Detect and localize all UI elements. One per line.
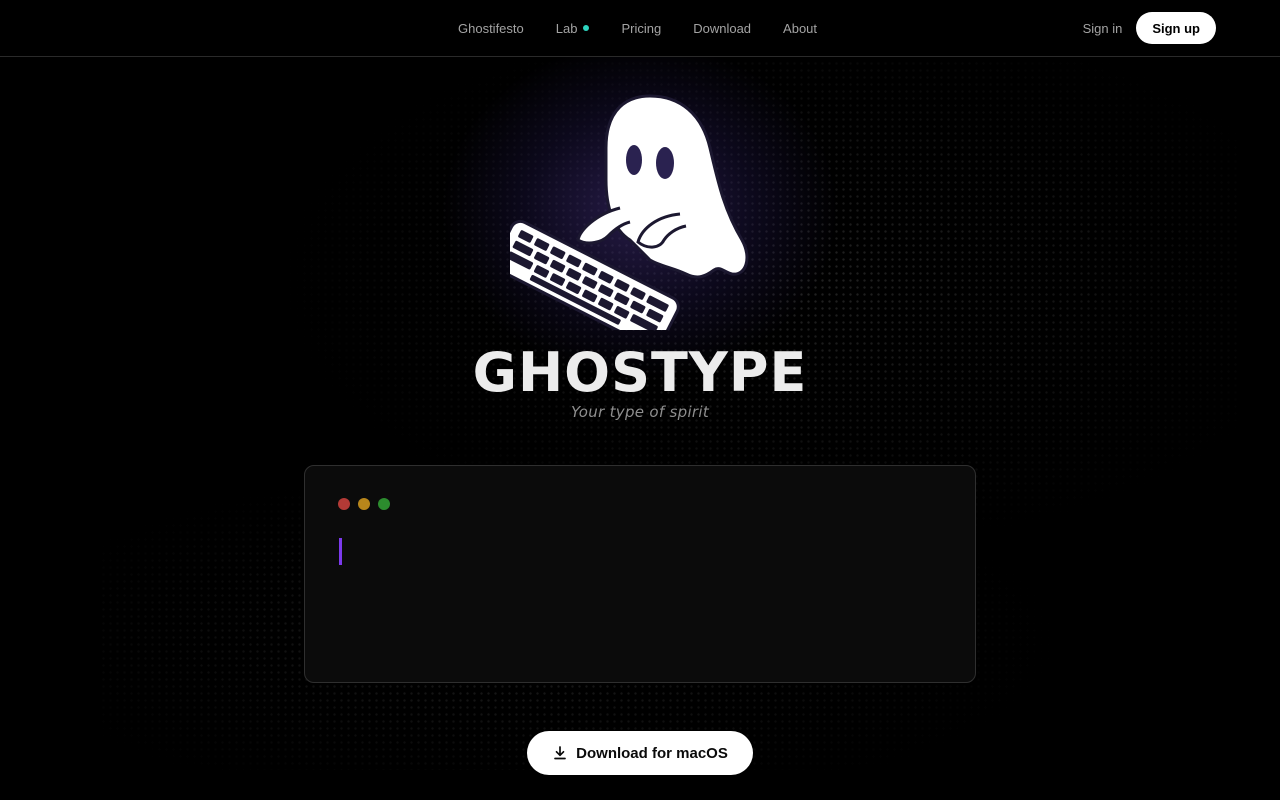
top-navigation-bar: Ghostifesto Lab Pricing Download About S…	[0, 0, 1280, 57]
typing-demo-window[interactable]	[304, 465, 976, 683]
nav-link-download[interactable]: Download	[693, 21, 751, 36]
main-nav: Ghostifesto Lab Pricing Download About	[458, 0, 817, 56]
auth-controls: Sign in Sign up	[1083, 12, 1216, 44]
landing-page: Ghostifesto Lab Pricing Download About S…	[0, 0, 1280, 800]
minimize-dot-icon	[358, 498, 370, 510]
nav-link-label: Pricing	[621, 20, 662, 36]
brand-title: GHOSTYPE	[472, 341, 808, 404]
nav-link-label: About	[783, 20, 818, 36]
close-dot-icon	[338, 498, 350, 510]
nav-link-label: Ghostifesto	[458, 20, 524, 36]
nav-link-ghostifesto[interactable]: Ghostifesto	[458, 21, 524, 36]
download-button-label: Download for macOS	[576, 744, 728, 762]
sign-up-button[interactable]: Sign up	[1136, 12, 1216, 44]
nav-link-label: Lab	[555, 20, 578, 36]
nav-link-about[interactable]: About	[783, 21, 817, 36]
sign-in-link[interactable]: Sign in	[1083, 21, 1123, 36]
text-cursor	[339, 538, 342, 565]
nav-link-label: Download	[693, 20, 752, 36]
maximize-dot-icon	[378, 498, 390, 510]
download-macos-button[interactable]: Download for macOS	[527, 731, 753, 775]
nav-link-lab[interactable]: Lab	[556, 21, 590, 36]
ghost-typing-keyboard-icon	[510, 94, 749, 330]
window-controls	[338, 498, 390, 510]
nav-link-pricing[interactable]: Pricing	[621, 21, 661, 36]
brand-tagline: Your type of spirit	[570, 403, 710, 421]
download-icon	[554, 746, 567, 760]
new-indicator-dot	[583, 25, 590, 31]
